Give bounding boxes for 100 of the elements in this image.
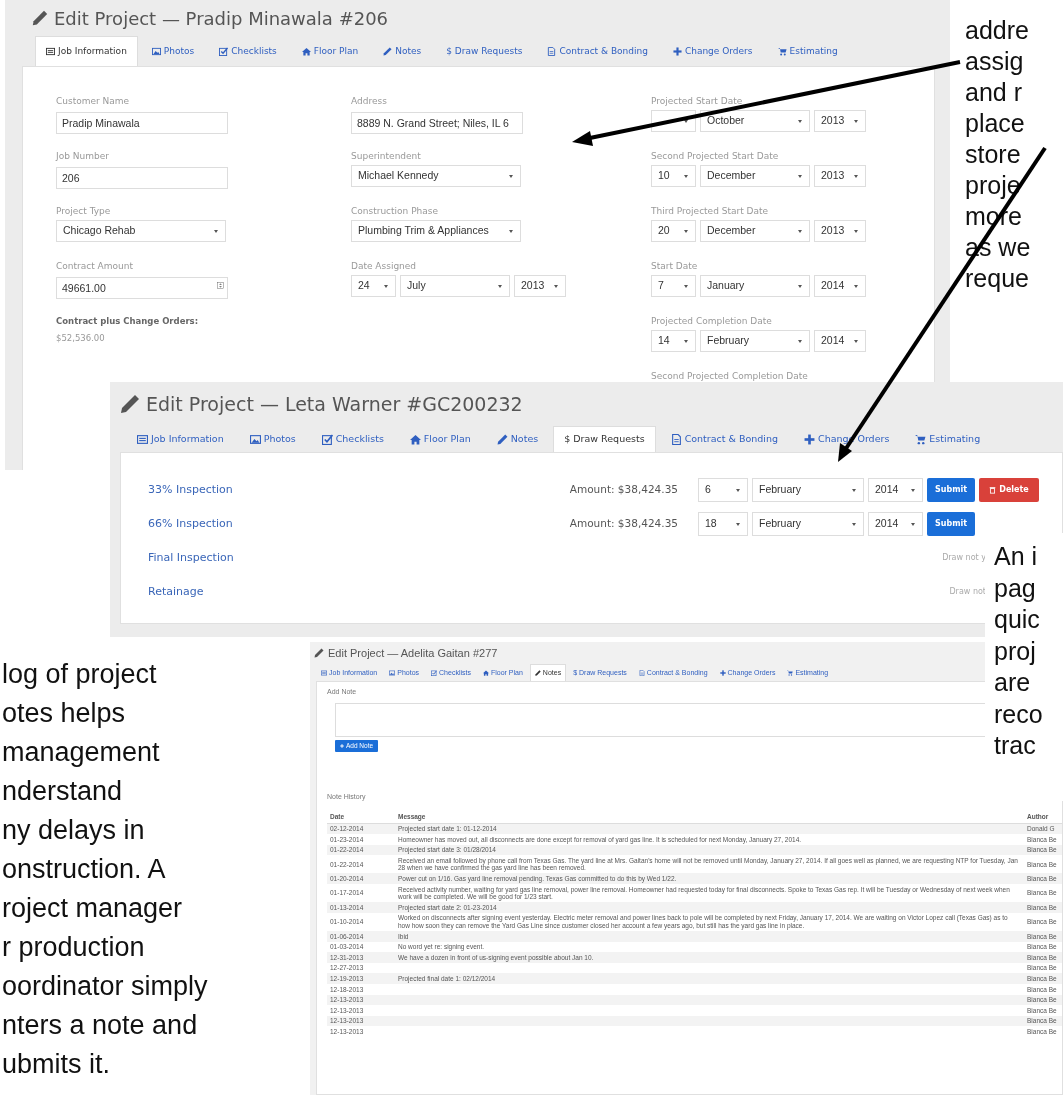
month-dropdown[interactable]: February — [700, 330, 810, 352]
year-dropdown[interactable]: 2014 — [868, 478, 923, 502]
pencil-icon — [383, 47, 393, 56]
dropdown[interactable]: Chicago Rehab — [56, 220, 226, 242]
month-dropdown[interactable]: February — [752, 512, 864, 536]
tab[interactable]: $ Draw Requests — [435, 36, 534, 66]
day-dropdown[interactable]: 6 — [698, 478, 748, 502]
field-label: Projected Start Date — [651, 95, 744, 108]
caret-icon — [213, 228, 219, 234]
submit-button[interactable]: Submit — [927, 478, 975, 502]
month-dropdown[interactable]: July — [400, 275, 510, 297]
caret-icon — [683, 118, 689, 124]
pencil-icon — [496, 434, 508, 445]
tab[interactable]: Notes — [372, 36, 433, 66]
caret-icon — [851, 521, 857, 527]
tab[interactable]: Job Information — [35, 36, 138, 66]
house-icon — [301, 47, 311, 56]
month-dropdown[interactable]: December — [700, 220, 810, 242]
caret-icon — [853, 118, 859, 124]
amount-text: Amount: $38,424.35 — [568, 482, 678, 498]
caret-icon — [735, 487, 741, 493]
caret-icon — [797, 118, 803, 124]
year-dropdown[interactable]: 2013 — [814, 220, 866, 242]
tab[interactable]: Notes — [485, 426, 550, 452]
tab[interactable]: $ Draw Requests — [553, 426, 656, 452]
tab[interactable]: Change Orders — [661, 36, 764, 66]
tab[interactable]: Checklists — [310, 426, 395, 452]
month-dropdown[interactable]: February — [752, 478, 864, 502]
month-dropdown[interactable]: October — [700, 110, 810, 132]
month-dropdown[interactable]: January — [700, 275, 810, 297]
year-dropdown[interactable]: 2014 — [868, 512, 923, 536]
trash-icon — [989, 486, 997, 494]
tab[interactable]: Floor Plan — [290, 36, 370, 66]
cart-icon — [777, 47, 787, 56]
draw-link[interactable]: Retainage — [148, 583, 508, 601]
caret-icon — [797, 338, 803, 344]
image-icon — [389, 670, 396, 676]
day-dropdown[interactable]: 24 — [351, 275, 396, 297]
list-icon — [46, 47, 55, 56]
house-icon — [482, 670, 489, 676]
submit-button[interactable]: Submit — [927, 512, 975, 536]
field-label: Date Assigned — [351, 260, 418, 273]
caret-icon — [508, 173, 514, 179]
year-dropdown[interactable]: 2013 — [814, 110, 866, 132]
text-field[interactable]: Pradip Minawala — [56, 112, 228, 134]
draw-link[interactable]: Final Inspection — [148, 549, 508, 567]
annotation-text: log of project otes helps management nderstand ny delays in onstruction. A roject manager r production oordinator simply nters a note and ubmits it. — [2, 658, 209, 1081]
document-icon — [638, 670, 645, 676]
text-field[interactable]: 8889 N. Grand Street; Niles, IL 6 — [351, 112, 523, 134]
caret-icon — [910, 487, 916, 493]
caret-icon — [683, 228, 689, 234]
tab[interactable]: Contract & Bonding — [536, 36, 659, 66]
tab[interactable]: Estimating — [904, 426, 992, 452]
caret-icon — [683, 338, 689, 344]
draw-link[interactable]: 33% Inspection — [148, 481, 508, 499]
tab[interactable]: Floor Plan — [398, 426, 482, 452]
plus-icon — [719, 670, 726, 676]
number-field[interactable]: 49661.00 — [56, 277, 228, 299]
caret-icon — [853, 283, 859, 289]
field-label: Projected Completion Date — [651, 315, 773, 328]
document-icon — [670, 434, 682, 445]
day-dropdown[interactable]: 7 — [651, 275, 696, 297]
caret-icon — [797, 173, 803, 179]
text-field[interactable]: 206 — [56, 167, 228, 189]
field-label: Job Number — [56, 150, 110, 163]
day-dropdown[interactable]: 14 — [651, 330, 696, 352]
dropdown[interactable]: Michael Kennedy — [351, 165, 521, 187]
day-dropdown[interactable]: 10 — [651, 165, 696, 187]
field-label: Second Projected Start Date — [651, 150, 780, 163]
day-dropdown[interactable]: 18 — [698, 512, 748, 536]
caret-icon — [853, 173, 859, 179]
checkbox-icon — [431, 670, 438, 676]
tab[interactable]: Checklists — [208, 36, 288, 66]
year-dropdown[interactable]: 2014 — [814, 330, 866, 352]
day-dropdown[interactable]: 20 — [651, 220, 696, 242]
list-icon — [137, 434, 148, 445]
image-icon — [249, 434, 261, 445]
year-dropdown[interactable]: 2013 — [814, 165, 866, 187]
field-label: Start Date — [651, 260, 699, 273]
tab[interactable]: Contract & Bonding — [659, 426, 789, 452]
tab[interactable]: Job Information — [126, 426, 235, 452]
caret-icon — [853, 228, 859, 234]
caret-icon — [735, 521, 741, 527]
month-dropdown[interactable]: December — [700, 165, 810, 187]
field-label: Superintendent — [351, 150, 422, 163]
field-label: Construction Phase — [351, 205, 440, 218]
draw-link[interactable]: 66% Inspection — [148, 515, 508, 533]
delete-button[interactable]: Delete — [979, 478, 1039, 502]
field-label: Address — [351, 95, 388, 108]
cart-icon — [915, 434, 927, 445]
pencil-icon — [534, 670, 541, 676]
caret-icon — [553, 283, 559, 289]
tab[interactable]: Estimating — [766, 36, 849, 66]
tab[interactable]: Photos — [238, 426, 307, 452]
tab[interactable]: Photos — [140, 36, 206, 66]
year-dropdown[interactable]: 2014 — [814, 275, 866, 297]
caret-icon — [851, 487, 857, 493]
window-title: Edit Project — Leta Warner #GC200232 — [146, 391, 523, 417]
dropdown[interactable]: Plumbing Trim & Appliances — [351, 220, 521, 242]
year-dropdown[interactable]: 2013 — [514, 275, 566, 297]
